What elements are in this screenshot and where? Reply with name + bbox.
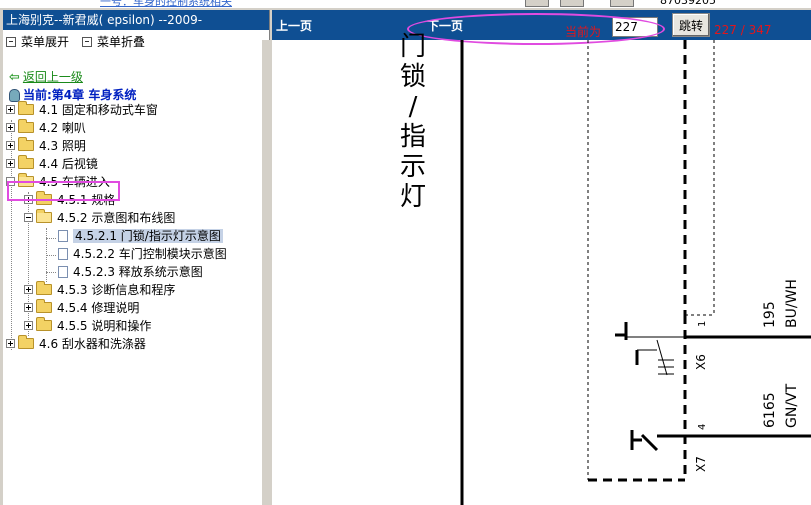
expand-toggle-icon[interactable] bbox=[6, 339, 15, 348]
top-button[interactable] bbox=[560, 0, 584, 7]
tree-item[interactable]: 4.4 后视镜 bbox=[6, 155, 98, 173]
menu-collapse-button[interactable]: 菜单折叠 bbox=[82, 34, 145, 50]
tree-item[interactable]: 4.5.5 说明和操作 bbox=[24, 317, 152, 335]
jump-button[interactable]: 跳转 bbox=[672, 13, 710, 37]
tree-item-label: 4.2 喇叭 bbox=[39, 121, 86, 135]
pin-label: 4 bbox=[697, 424, 708, 430]
folder-icon bbox=[18, 101, 34, 115]
tree-item-label: 4.5.3 诊断信息和程序 bbox=[57, 283, 176, 297]
bulb-icon bbox=[9, 89, 20, 102]
pin-label: 1 bbox=[697, 321, 708, 327]
current-chapter-label: 当前:第4章 车身系统 bbox=[23, 88, 137, 102]
collapse-icon bbox=[82, 36, 92, 47]
highlight-annotation bbox=[7, 181, 120, 201]
content-pane: 上一页 下一页 当前为 跳转 227 / 347 门 锁 / 指 示 灯 bbox=[272, 10, 811, 505]
tree-item-label: 4.4 后视镜 bbox=[39, 157, 98, 171]
folder-icon bbox=[36, 281, 52, 295]
document-icon bbox=[58, 229, 68, 242]
tree-item-label: 4.5.2.2 车门控制模块示意图 bbox=[73, 247, 227, 261]
connector-label: X6 bbox=[694, 354, 708, 370]
pane-splitter[interactable] bbox=[262, 40, 270, 505]
menu-expand-button[interactable]: 菜单展开 bbox=[6, 34, 69, 50]
tree-item[interactable]: 4.6 刮水器和洗涤器 bbox=[6, 335, 146, 353]
tree-item-selected[interactable]: 4.5.2.1 门锁/指示灯示意图 bbox=[55, 228, 223, 245]
document-icon bbox=[58, 247, 68, 260]
prev-page-button[interactable]: 上一页 bbox=[276, 17, 312, 34]
top-button[interactable] bbox=[610, 0, 634, 7]
menu-expand-label: 菜单展开 bbox=[21, 35, 70, 49]
tree-item-label: 4.5.4 修理说明 bbox=[57, 301, 140, 315]
expand-icon bbox=[6, 36, 16, 47]
folder-icon bbox=[36, 299, 52, 313]
tree-item[interactable]: 4.5.2.3 释放系统示意图 bbox=[55, 264, 203, 281]
nav-pane: 上海别克--新君威( epsilon) --2009- 菜单展开 菜单折叠 ⇦ 返… bbox=[3, 10, 270, 505]
document-icon bbox=[58, 265, 68, 278]
tree-item-label: 4.6 刮水器和洗涤器 bbox=[39, 337, 146, 351]
tree-item-label: 4.5.2 示意图和布线图 bbox=[57, 211, 176, 225]
top-number: 87039205 bbox=[660, 0, 716, 7]
back-link-label: 返回上一级 bbox=[22, 70, 83, 84]
connector-label: X7 bbox=[694, 456, 708, 472]
tree-item[interactable]: 4.3 照明 bbox=[6, 137, 86, 155]
tree-item[interactable]: 4.5.3 诊断信息和程序 bbox=[24, 281, 176, 299]
wire-color: BU/WH bbox=[784, 279, 800, 328]
top-cut-link[interactable]: 一号：车身的控制系统相关 bbox=[100, 0, 232, 8]
expand-toggle-icon[interactable] bbox=[24, 285, 33, 294]
menu-collapse-label: 菜单折叠 bbox=[97, 35, 146, 49]
folder-icon bbox=[18, 137, 34, 151]
expand-toggle-icon[interactable] bbox=[24, 303, 33, 312]
book-title: 上海别克--新君威( epsilon) --2009- bbox=[3, 10, 269, 30]
circuit-number: 195 bbox=[762, 301, 778, 328]
circuit-number: 6165 bbox=[762, 392, 778, 428]
expand-toggle-icon[interactable] bbox=[6, 141, 15, 150]
top-button[interactable] bbox=[525, 0, 549, 7]
current-chapter: 当前:第4章 车身系统 bbox=[9, 86, 136, 102]
top-strip: 一号：车身的控制系统相关 87039205 bbox=[0, 0, 811, 8]
tree-item-label: 4.3 照明 bbox=[39, 139, 86, 153]
tree-item-label: 4.5.2.1 门锁/指示灯示意图 bbox=[73, 229, 223, 243]
back-link[interactable]: ⇦ 返回上一级 bbox=[9, 68, 83, 85]
expand-toggle-icon[interactable] bbox=[6, 159, 15, 168]
tree-item-label: 4.5.5 说明和操作 bbox=[57, 319, 152, 333]
expand-toggle-icon[interactable] bbox=[6, 105, 15, 114]
folder-icon bbox=[18, 119, 34, 133]
open-folder-icon bbox=[36, 209, 52, 223]
folder-icon bbox=[36, 317, 52, 331]
wiring-diagram: 1 X6 4 X7 195 BU/WH 6165 GN/VT bbox=[460, 40, 811, 505]
expand-toggle-icon[interactable] bbox=[24, 321, 33, 330]
tree-item[interactable]: 4.5.2.2 车门控制模块示意图 bbox=[55, 246, 227, 263]
page-toolbar: 上一页 下一页 当前为 跳转 227 / 347 bbox=[272, 10, 811, 45]
tree-item[interactable]: 4.5.2 示意图和布线图 bbox=[24, 209, 176, 227]
tree-item[interactable]: 4.2 喇叭 bbox=[6, 119, 86, 137]
wire-color: GN/VT bbox=[784, 383, 800, 428]
expand-toggle-icon[interactable] bbox=[6, 123, 15, 132]
tree-item-label: 4.5.2.3 释放系统示意图 bbox=[73, 265, 203, 279]
tree-item-label: 4.1 固定和移动式车窗 bbox=[39, 103, 158, 117]
collapse-toggle-icon[interactable] bbox=[24, 213, 33, 222]
folder-icon bbox=[18, 155, 34, 169]
page-count: 227 / 347 bbox=[714, 23, 772, 37]
folder-icon bbox=[18, 335, 34, 349]
tree-item[interactable]: 4.1 固定和移动式车窗 bbox=[6, 101, 158, 119]
back-arrow-icon: ⇦ bbox=[9, 70, 20, 85]
tree-item[interactable]: 4.5.4 修理说明 bbox=[24, 299, 140, 317]
